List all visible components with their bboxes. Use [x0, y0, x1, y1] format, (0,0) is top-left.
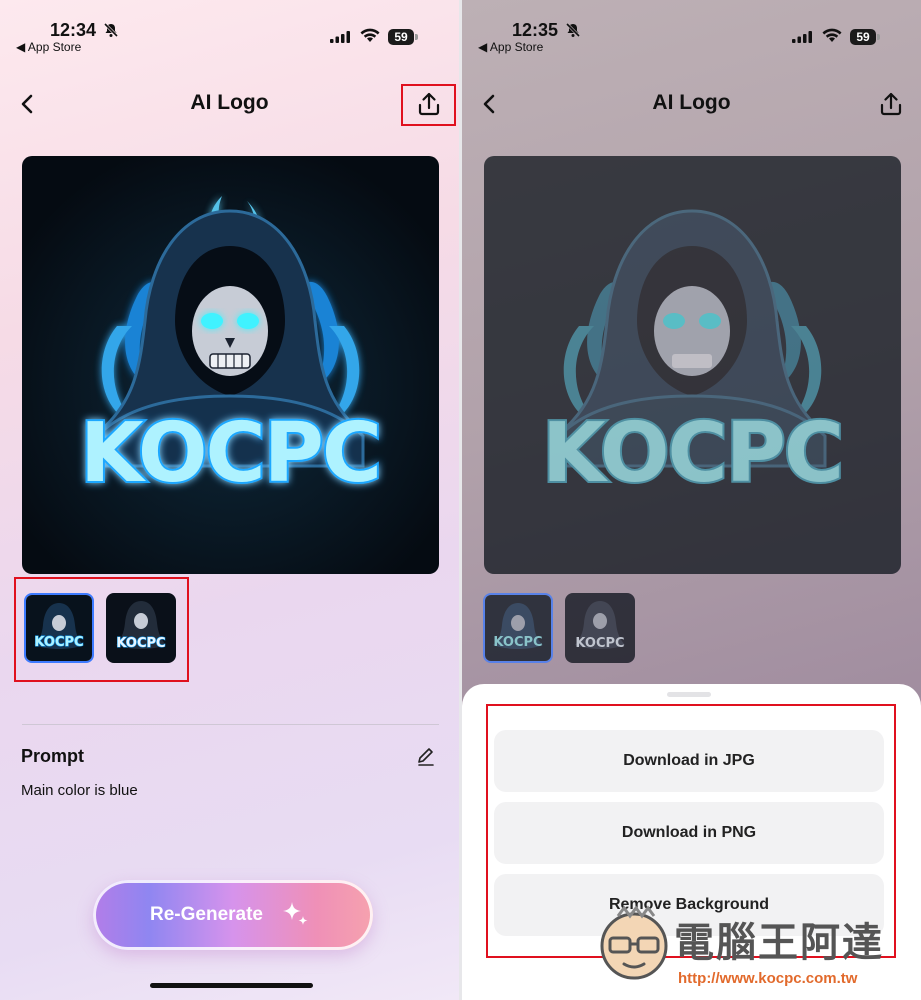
prompt-text: Main color is blue: [21, 782, 138, 799]
prompt-heading: Prompt: [21, 746, 84, 766]
watermark-url: http://www.kocpc.com.tw: [678, 970, 858, 987]
back-to-app-store-link[interactable]: ◀ App Store: [16, 40, 81, 54]
thumbnail-wordmark: KOCPC: [575, 636, 624, 651]
cellular-signal-icon: [792, 30, 814, 48]
back-to-app-store-link[interactable]: ◀ App Store: [478, 40, 543, 54]
pencil-icon[interactable]: [415, 745, 437, 772]
navigation-bar: AI Logo: [462, 82, 921, 126]
wifi-icon: [822, 28, 842, 48]
logo-wordmark: KOCPC: [80, 406, 380, 501]
cellular-signal-icon: [330, 30, 352, 48]
sheet-grabber[interactable]: [667, 692, 711, 697]
battery-indicator: 59: [388, 29, 414, 45]
battery-indicator: 59: [850, 29, 876, 45]
logo-thumbnail-1[interactable]: KOCPC: [483, 593, 553, 663]
share-highlight-box: [401, 84, 456, 126]
share-icon[interactable]: [877, 90, 905, 118]
home-indicator: [150, 983, 313, 988]
wifi-icon: [360, 28, 380, 48]
regenerate-label: Re-Generate: [150, 904, 263, 925]
battery-cap: [415, 34, 418, 40]
battery-cap: [877, 34, 880, 40]
thumbnail-highlight-box: [14, 577, 189, 682]
site-watermark: 電腦王阿達 http://www.kocpc.com.tw: [596, 902, 914, 994]
silent-bell-icon: [565, 22, 581, 43]
navigation-bar: AI Logo: [0, 82, 459, 126]
left-screenshot: 12:34 ◀ App Store 59 AI Logo KOCPC KOCPC…: [0, 0, 459, 1000]
page-title: AI Logo: [652, 91, 731, 114]
regenerate-button[interactable]: Re-Generate: [93, 880, 373, 950]
page-title: AI Logo: [190, 91, 269, 114]
sparkle-icon: [279, 898, 311, 935]
status-time: 12:34: [50, 20, 97, 40]
status-bar: 12:35 ◀ App Store 59: [462, 18, 921, 58]
mascot-logo: [600, 905, 668, 980]
generated-logo-image: KOCPC: [484, 156, 901, 574]
status-bar: 12:34 ◀ App Store 59: [0, 18, 459, 58]
logo-thumbnail-2[interactable]: KOCPC: [565, 593, 635, 663]
generated-logo-image: KOCPC: [22, 156, 439, 574]
section-divider: [22, 724, 439, 725]
silent-bell-icon: [103, 22, 119, 43]
watermark-text: 電腦王阿達: [674, 921, 884, 965]
thumbnail-wordmark: KOCPC: [493, 635, 542, 650]
status-time: 12:35: [512, 20, 559, 40]
right-screenshot: 12:35 ◀ App Store 59 AI Logo KOCPC KOCPC…: [462, 0, 921, 1000]
logo-wordmark: KOCPC: [542, 406, 842, 501]
